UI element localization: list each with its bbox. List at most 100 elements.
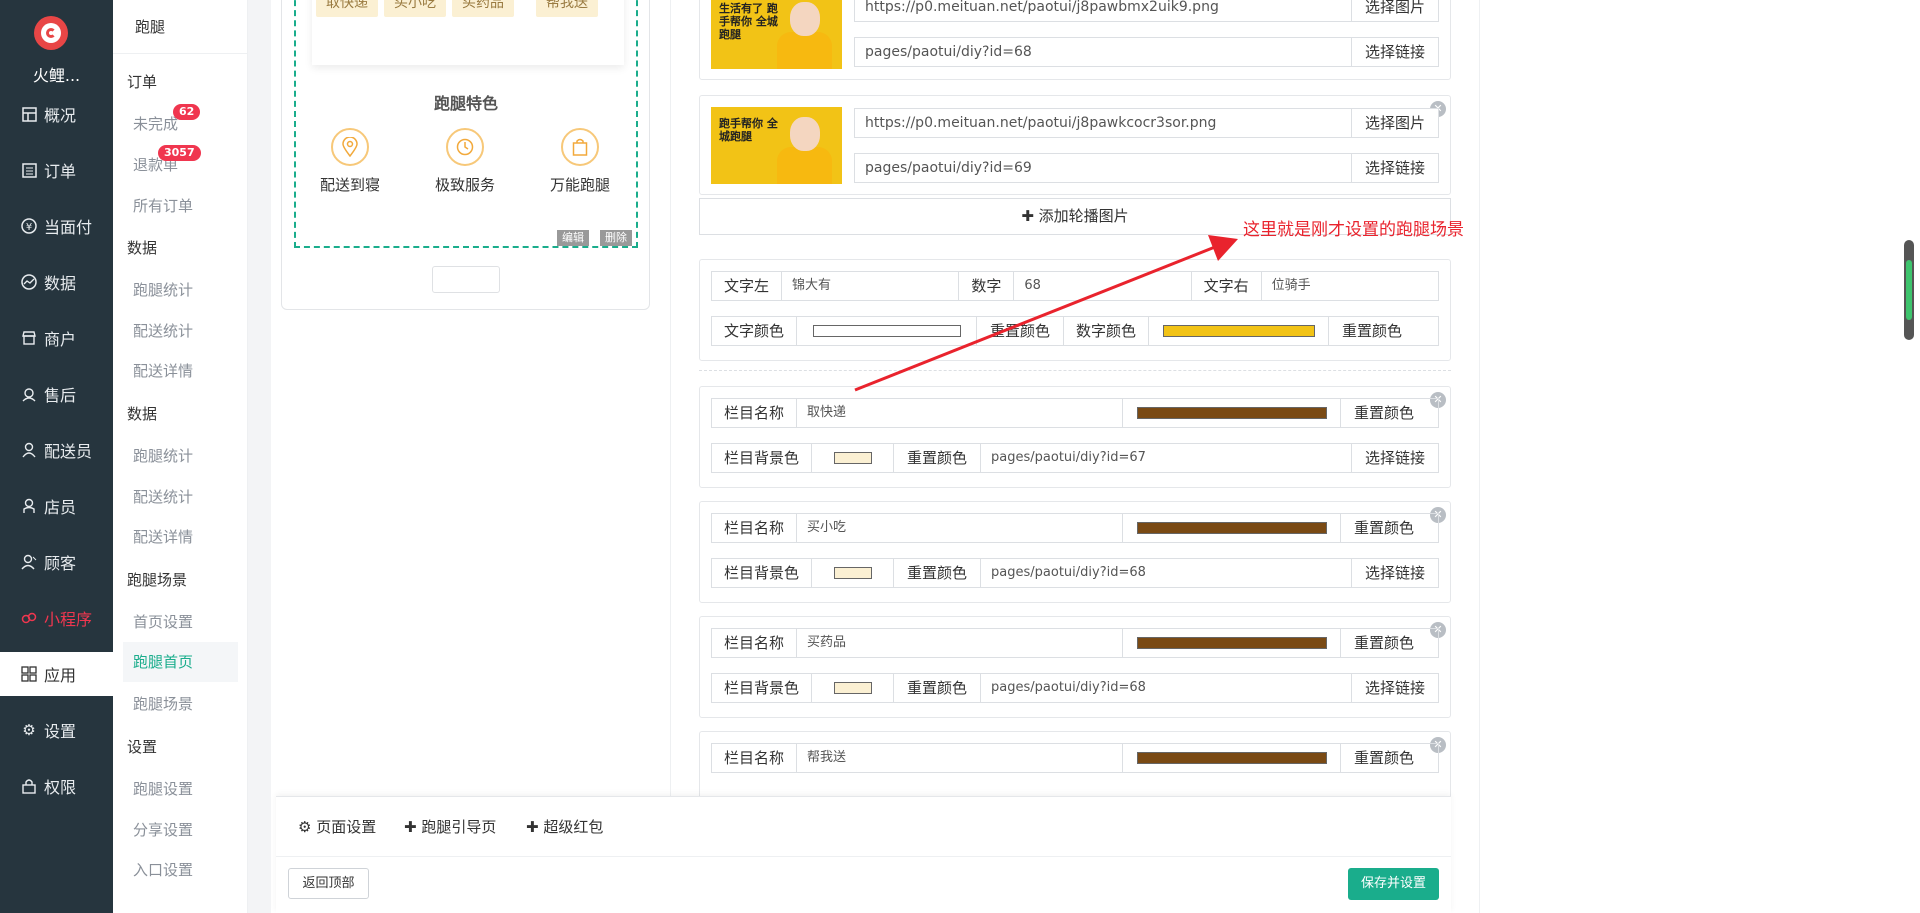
feature-item: 极致服务 bbox=[410, 128, 520, 195]
column-name-row: 栏目名称 取快递 重置颜色 bbox=[711, 398, 1439, 428]
banner-link-row: pages/paotui/diy?id=69 选择链接 bbox=[854, 153, 1439, 183]
feature-label: 配送到寝 bbox=[319, 176, 380, 194]
nav-item-overview[interactable]: 概况 bbox=[0, 92, 113, 136]
subnav-item-share-settings[interactable]: 分享设置 bbox=[133, 819, 193, 840]
nav-item-customers[interactable]: 顾客 bbox=[0, 540, 113, 584]
guide-page-button[interactable]: ✚ 跑腿引导页 bbox=[404, 816, 496, 837]
back-to-top-button[interactable]: 返回顶部 bbox=[288, 868, 369, 899]
location-pin-icon bbox=[331, 128, 369, 166]
nav-item-merchants[interactable]: 商户 bbox=[0, 316, 113, 360]
nav-label: 概况 bbox=[44, 106, 77, 125]
column-link-url[interactable]: pages/paotui/diy?id=67 bbox=[981, 444, 1352, 472]
save-button[interactable]: 保存并设置 bbox=[1348, 868, 1439, 900]
nav-label: 商户 bbox=[44, 330, 77, 349]
column-name-input[interactable]: 帮我送 bbox=[797, 744, 1124, 772]
choose-link-button[interactable]: 选择链接 bbox=[1351, 154, 1438, 182]
reset-color-button[interactable]: 重置颜色 bbox=[1341, 629, 1428, 657]
reset-color-button[interactable]: 重置颜色 bbox=[1341, 399, 1428, 427]
scrollbar-thumb[interactable] bbox=[1906, 260, 1912, 320]
red-packet-label: 超级红包 bbox=[543, 818, 604, 836]
reset-color-button[interactable]: 重置颜色 bbox=[1341, 514, 1428, 542]
nav-label: 店员 bbox=[44, 498, 77, 517]
column-name-input[interactable]: 取快递 bbox=[797, 399, 1124, 427]
column-bg-color-picker[interactable] bbox=[812, 674, 895, 702]
column-name-color-picker[interactable] bbox=[1123, 399, 1342, 427]
reset-color-button[interactable]: 重置颜色 bbox=[894, 674, 982, 702]
subnav-item-run-stats[interactable]: 跑腿统计 bbox=[133, 445, 193, 466]
nav-item-clerks[interactable]: 店员 bbox=[0, 484, 113, 528]
delete-module-button[interactable]: 删除 bbox=[600, 230, 632, 246]
column-bg-color-picker[interactable] bbox=[812, 559, 895, 587]
banner-thumbnail-text: 生活有了 跑手帮你 全城跑腿 bbox=[719, 2, 778, 41]
red-packet-button[interactable]: ✚ 超级红包 bbox=[526, 816, 603, 837]
banner-link-url[interactable]: pages/paotui/diy?id=69 bbox=[855, 154, 1352, 182]
choose-link-button[interactable]: 选择链接 bbox=[1351, 444, 1438, 472]
nav-item-couriers[interactable]: 配送员 bbox=[0, 428, 113, 472]
page-settings-label: 页面设置 bbox=[316, 818, 377, 836]
reset-color-button[interactable]: 重置颜色 bbox=[1329, 317, 1416, 345]
nav-item-facepay[interactable]: ¥ 当面付 bbox=[0, 204, 113, 248]
lock-icon bbox=[20, 777, 38, 795]
subnav-title[interactable]: 跑腿 bbox=[113, 0, 248, 54]
page-scrollbar[interactable] bbox=[1904, 240, 1914, 340]
column-name-row: 栏目名称 帮我送 重置颜色 bbox=[711, 743, 1439, 773]
nav-item-apps[interactable]: 应用 bbox=[0, 652, 113, 696]
nav-item-settings[interactable]: ⚙ 设置 bbox=[0, 708, 113, 752]
nav-label: 配送员 bbox=[44, 442, 93, 461]
plus-icon: ✚ bbox=[526, 818, 539, 836]
nav-item-orders[interactable]: 订单 bbox=[0, 148, 113, 192]
subnav-group-title: 设置 bbox=[127, 738, 158, 756]
subnav-item-run-scenes[interactable]: 跑腿场景 bbox=[133, 693, 193, 714]
subnav-item-delivery-stats[interactable]: 配送统计 bbox=[133, 486, 193, 507]
subnav-item-all-orders[interactable]: 所有订单 bbox=[133, 195, 193, 216]
reset-color-button[interactable]: 重置颜色 bbox=[1341, 744, 1428, 772]
choose-link-button[interactable]: 选择链接 bbox=[1351, 559, 1438, 587]
banner-image-url[interactable]: https://p0.meituan.net/paotui/j8pawkcocr… bbox=[855, 109, 1352, 137]
column-bg-color-picker[interactable] bbox=[812, 444, 895, 472]
subnav-item-delivery-stats[interactable]: 配送统计 bbox=[133, 320, 193, 341]
app-logo[interactable] bbox=[34, 16, 68, 50]
yen-icon: ¥ bbox=[20, 217, 38, 235]
column-name-color-picker[interactable] bbox=[1123, 744, 1342, 772]
nav-item-aftersale[interactable]: 售后 bbox=[0, 372, 113, 416]
reset-color-button[interactable]: 重置颜色 bbox=[894, 444, 982, 472]
banner-link-url[interactable]: pages/paotui/diy?id=68 bbox=[855, 38, 1352, 66]
nav-item-miniapp[interactable]: 小程序 bbox=[0, 596, 113, 640]
feature-label: 万能跑腿 bbox=[549, 176, 610, 194]
subnav-item-delivery-detail[interactable]: 配送详情 bbox=[133, 360, 193, 381]
column-name-label: 栏目名称 bbox=[712, 514, 798, 542]
column-name-label: 栏目名称 bbox=[712, 629, 798, 657]
column-link-url[interactable]: pages/paotui/diy?id=68 bbox=[981, 559, 1352, 587]
choose-link-button[interactable]: 选择链接 bbox=[1351, 38, 1438, 66]
subnav-item-home-settings[interactable]: 首页设置 bbox=[133, 611, 193, 632]
choose-image-button[interactable]: 选择图片 bbox=[1351, 0, 1438, 21]
subnav-item-pending[interactable]: 未完成 bbox=[133, 113, 178, 134]
column-name-input[interactable]: 买小吃 bbox=[797, 514, 1124, 542]
page-settings-button[interactable]: ⚙ 页面设置 bbox=[298, 816, 376, 837]
column-name-color-picker[interactable] bbox=[1123, 629, 1342, 657]
apps-icon bbox=[20, 665, 38, 683]
banner-figure bbox=[777, 147, 832, 184]
banner-thumbnail: 生活有了 跑手帮你 全城跑腿 bbox=[711, 0, 842, 69]
column-name-color-picker[interactable] bbox=[1123, 514, 1342, 542]
user-icon bbox=[20, 497, 38, 515]
choose-link-button[interactable]: 选择链接 bbox=[1351, 674, 1438, 702]
banner-thumbnail: 跑手帮你 全城跑腿 bbox=[711, 107, 842, 184]
nav-item-data[interactable]: 数据 bbox=[0, 260, 113, 304]
banner-thumbnail-text: 跑手帮你 全城跑腿 bbox=[719, 117, 778, 143]
column-link-url[interactable]: pages/paotui/diy?id=68 bbox=[981, 674, 1352, 702]
reset-color-button[interactable]: 重置颜色 bbox=[894, 559, 982, 587]
column-name-input[interactable]: 买药品 bbox=[797, 629, 1124, 657]
choose-image-button[interactable]: 选择图片 bbox=[1351, 109, 1438, 137]
gear-icon: ⚙ bbox=[298, 818, 312, 836]
nav-label: 订单 bbox=[44, 162, 77, 181]
subnav-item-entry-settings[interactable]: 入口设置 bbox=[133, 859, 193, 880]
text-right-input[interactable]: 位骑手 bbox=[1262, 272, 1438, 300]
subnav-item-run-home[interactable]: 跑腿首页 bbox=[123, 642, 238, 682]
subnav-item-run-settings[interactable]: 跑腿设置 bbox=[133, 778, 193, 799]
subnav-item-run-stats[interactable]: 跑腿统计 bbox=[133, 279, 193, 300]
subnav-item-delivery-detail[interactable]: 配送详情 bbox=[133, 526, 193, 547]
edit-module-button[interactable]: 编辑 bbox=[557, 230, 589, 246]
banner-image-url[interactable]: https://p0.meituan.net/paotui/j8pawbmx2u… bbox=[855, 0, 1352, 21]
nav-item-permissions[interactable]: 权限 bbox=[0, 764, 113, 808]
